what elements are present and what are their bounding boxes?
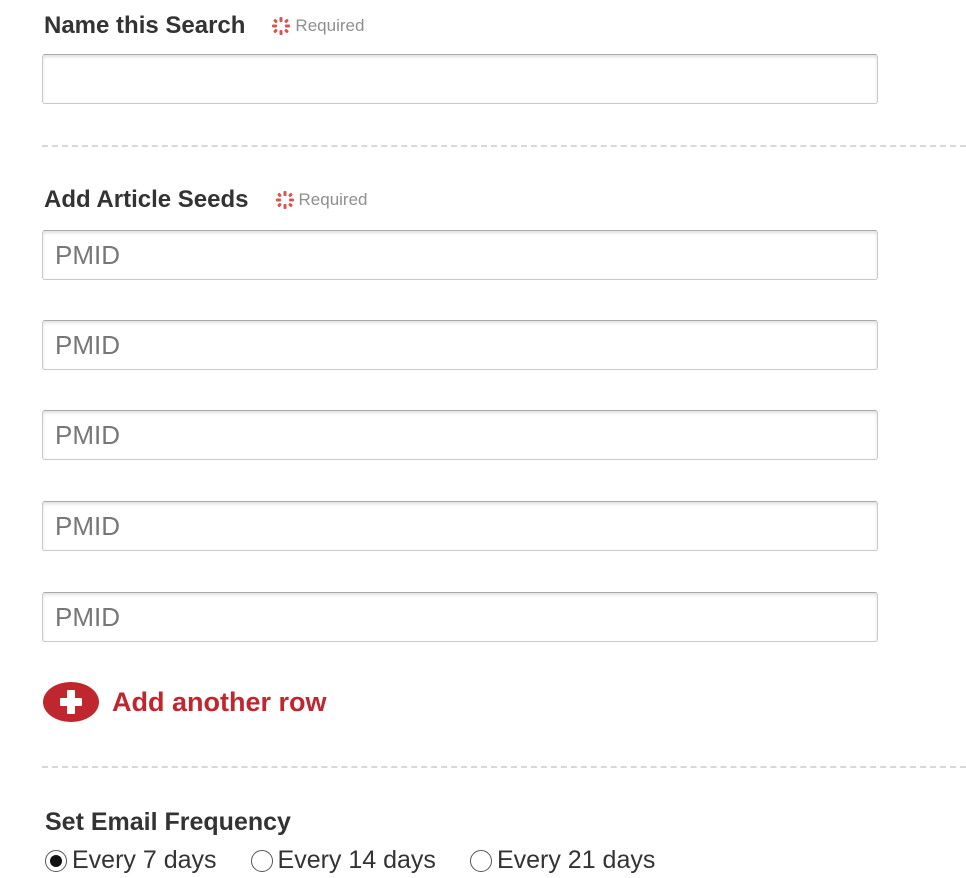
plus-circle-icon: [43, 682, 99, 722]
pmid-input-3[interactable]: [42, 410, 878, 460]
radio-label: Every 7 days: [72, 846, 217, 874]
add-row-label: Add another row: [112, 686, 327, 717]
radio-every-21-days[interactable]: Every 21 days: [469, 846, 656, 875]
radio-unchecked-icon[interactable]: [469, 849, 492, 872]
pmid-input-5[interactable]: [42, 592, 878, 642]
radio-every-14-days[interactable]: Every 14 days: [250, 846, 436, 875]
radio-unchecked-icon[interactable]: [250, 849, 273, 872]
name-search-heading: Name this Search Required: [44, 12, 364, 40]
asterisk-icon: [272, 17, 291, 35]
email-frequency-title: Set Email Frequency: [45, 808, 291, 836]
pmid-input-4[interactable]: [42, 501, 878, 551]
divider: [42, 766, 966, 768]
search-name-input[interactable]: [42, 54, 878, 104]
pmid-input-1[interactable]: [42, 230, 878, 280]
asterisk-icon: [275, 191, 294, 209]
required-indicator: Required: [275, 190, 368, 210]
required-label: Required: [298, 190, 368, 209]
pmid-input-2[interactable]: [42, 320, 878, 370]
email-frequency-radio-group: Every 7 days Every 14 days Every 21 days: [45, 846, 689, 875]
article-seeds-title: Add Article Seeds: [44, 186, 249, 213]
add-row-button[interactable]: Add another row: [42, 681, 327, 723]
saved-search-form: Name this Search Required Add Article Se…: [0, 0, 966, 878]
radio-checked-icon[interactable]: [45, 849, 67, 872]
radio-label: Every 14 days: [277, 846, 436, 874]
required-label: Required: [295, 16, 365, 35]
radio-every-7-days[interactable]: Every 7 days: [45, 846, 217, 875]
name-search-title: Name this Search: [44, 12, 246, 39]
radio-label: Every 21 days: [496, 846, 656, 874]
divider: [42, 145, 966, 147]
required-indicator: Required: [271, 16, 364, 36]
article-seeds-heading: Add Article Seeds Required: [44, 186, 368, 214]
